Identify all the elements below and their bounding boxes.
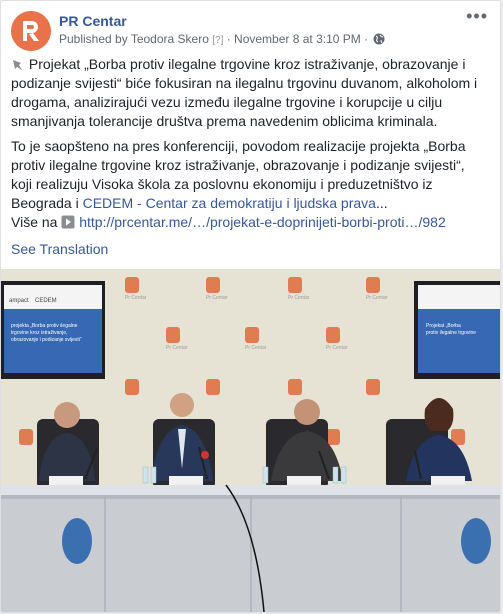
press-conference-photo: Pr Centar Pr Centar Pr Centar Pr Centar …: [1, 269, 500, 612]
pin-emoji-icon: [11, 56, 25, 72]
paragraph-2-ellipsis: ...: [375, 195, 388, 211]
more-options-icon[interactable]: •••: [466, 7, 488, 25]
svg-text:Pr Centar: Pr Centar: [288, 295, 310, 301]
svg-text:Pr Centar: Pr Centar: [166, 345, 188, 351]
see-translation-link[interactable]: See Translation: [11, 241, 108, 257]
svg-text:ampact: ampact: [9, 298, 29, 304]
svg-text:protiv ilegalne trgovine: protiv ilegalne trgovine: [426, 330, 476, 336]
page-avatar[interactable]: [11, 11, 51, 51]
svg-text:Pr Centar: Pr Centar: [366, 295, 388, 301]
svg-text:CEDEM: CEDEM: [35, 298, 57, 304]
play-emoji-icon: [61, 214, 75, 230]
paragraph-2: To je saopšteno na pres konferenciji, po…: [11, 137, 489, 232]
svg-text:Projekat „Borba: Projekat „Borba: [426, 323, 461, 329]
post-header: PR Centar Published by Teodora Skero [?]…: [1, 1, 500, 53]
meta-separator-2: ·: [364, 32, 369, 46]
paragraph-1: Projekat „Borba protiv ilegalne trgovine…: [11, 55, 489, 131]
more-prefix: Više na: [11, 214, 62, 230]
svg-text:Pr Centar: Pr Centar: [206, 295, 228, 301]
article-url-link[interactable]: http://prcentar.me/…/projekat-e-doprinij…: [79, 214, 446, 230]
paragraph-1-text: Projekat „Borba protiv ilegalne trgovine…: [11, 56, 478, 129]
cedem-link[interactable]: CEDEM - Centar za demokratiju i ljudska …: [83, 195, 376, 211]
meta-separator: ·: [226, 32, 231, 46]
backdrop-logo-label: Pr Centar: [125, 295, 147, 301]
post-body: Projekat „Borba protiv ilegalne trgovine…: [11, 55, 489, 238]
globe-icon: [373, 33, 385, 48]
published-by[interactable]: Published by Teodora Skero: [59, 32, 209, 46]
svg-text:trgovine kroz istraživanje,: trgovine kroz istraživanje,: [11, 330, 67, 336]
svg-text:projekta „Borba protiv ilegaln: projekta „Borba protiv ilegalne: [11, 323, 78, 329]
svg-text:obrazovanje i podizanje svijes: obrazovanje i podizanje svijesti“: [11, 337, 82, 343]
post-meta: Published by Teodora Skero [?] · Novembe…: [59, 32, 385, 48]
question-badge[interactable]: [?]: [212, 35, 223, 46]
svg-text:Pr Centar: Pr Centar: [245, 345, 267, 351]
page-name-link[interactable]: PR Centar: [59, 13, 127, 29]
facebook-post-card: PR Centar Published by Teodora Skero [?]…: [0, 0, 501, 613]
svg-text:Pr Centar: Pr Centar: [326, 345, 348, 351]
post-timestamp[interactable]: November 8 at 3:10 PM: [234, 32, 361, 46]
post-photo[interactable]: Pr Centar Pr Centar Pr Centar Pr Centar …: [1, 269, 500, 612]
pr-centar-logo-icon: [11, 11, 51, 51]
